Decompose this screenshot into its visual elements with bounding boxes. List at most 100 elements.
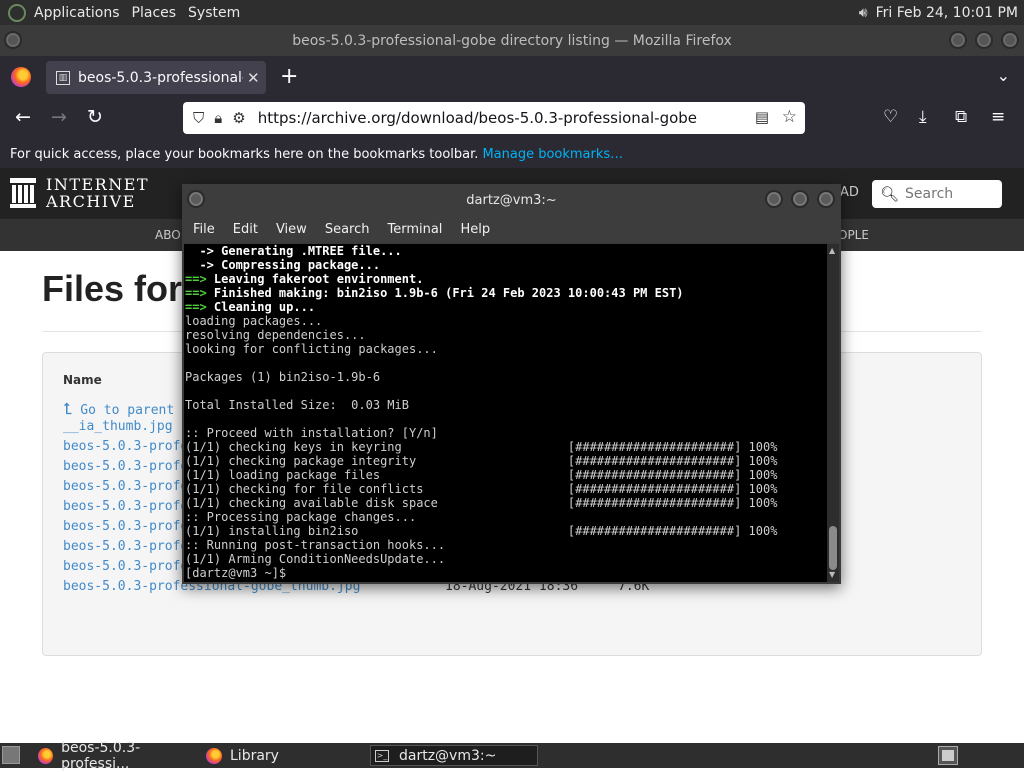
top-panel: Applications Places System 🔊︎ Fri Feb 24… bbox=[0, 0, 1024, 25]
firefox-logo-icon[interactable] bbox=[11, 67, 31, 87]
terminal-close-button[interactable] bbox=[817, 190, 835, 208]
archive-favicon-icon: ▥ bbox=[56, 70, 70, 85]
ia-about-link[interactable]: ABO bbox=[155, 228, 181, 242]
extensions-icon[interactable]: ⧉ bbox=[955, 107, 967, 127]
close-window-button[interactable] bbox=[1001, 31, 1019, 49]
downloads-icon[interactable]: ⤓ bbox=[919, 107, 927, 127]
lock-icon[interactable]: 🔒︎ bbox=[214, 109, 222, 127]
workspace-switcher[interactable] bbox=[938, 746, 958, 765]
terminal-line: (1/1) checking available disk space [###… bbox=[185, 496, 778, 510]
show-desktop-button[interactable] bbox=[2, 746, 20, 764]
ia-logo-text: INTERNET ARCHIVE bbox=[46, 175, 150, 211]
firefox-icon bbox=[38, 747, 54, 764]
back-button[interactable]: ← bbox=[15, 106, 31, 128]
tracking-protection-shield-icon[interactable]: ⛉ bbox=[193, 109, 204, 127]
parent-directory-link[interactable]: ⮤ Go to parent bbox=[63, 399, 174, 419]
scroll-up-icon[interactable]: ▲ bbox=[829, 246, 835, 255]
terminal-menu-file[interactable]: File bbox=[184, 222, 224, 237]
file-link[interactable]: beos-5.0.3-profe bbox=[63, 519, 188, 534]
terminal-line: (1/1) loading package files [###########… bbox=[185, 468, 778, 482]
file-link[interactable]: beos-5.0.3-profe bbox=[63, 539, 188, 554]
volume-icon[interactable]: 🔊︎ bbox=[859, 5, 868, 21]
permissions-icon[interactable]: ⚙ bbox=[232, 109, 245, 127]
new-tab-button[interactable]: + bbox=[280, 64, 298, 89]
tab-close-icon[interactable]: ✕ bbox=[247, 69, 260, 87]
terminal-line: Total Installed Size: 0.03 MiB bbox=[185, 398, 409, 412]
terminal-line: :: Proceed with installation? [Y/n] bbox=[185, 426, 438, 440]
bookmark-star-icon[interactable]: ☆ bbox=[782, 107, 797, 127]
places-menu[interactable]: Places bbox=[126, 5, 183, 21]
ia-logo[interactable]: INTERNET ARCHIVE bbox=[10, 176, 149, 210]
taskbar-item-terminal[interactable]: >_ dartz@vm3:~ bbox=[370, 745, 538, 766]
search-icon: 🔍︎ bbox=[880, 185, 900, 203]
bookmarks-hint-text: For quick access, place your bookmarks h… bbox=[10, 146, 479, 162]
ia-search-input[interactable] bbox=[905, 186, 1001, 202]
forward-button[interactable]: → bbox=[51, 106, 67, 128]
reload-button[interactable]: ↻ bbox=[87, 106, 103, 128]
top-panel-tray: 🔊︎ Fri Feb 24, 10:01 PM bbox=[859, 0, 1024, 25]
url-text[interactable]: https://archive.org/download/beos-5.0.3-… bbox=[258, 109, 697, 127]
firefox-titlebar: beos-5.0.3-professional-gobe directory l… bbox=[0, 25, 1024, 56]
terminal-line: (1/1) checking package integrity [######… bbox=[185, 454, 778, 468]
terminal-menu-terminal[interactable]: Terminal bbox=[378, 222, 451, 237]
applications-menu[interactable]: Applications bbox=[28, 5, 126, 21]
terminal-line: resolving dependencies... bbox=[185, 328, 366, 342]
ia-search-box[interactable]: 🔍︎ bbox=[872, 180, 1002, 208]
terminal-menu-view[interactable]: View bbox=[267, 222, 316, 237]
file-link[interactable]: beos-5.0.3-profe bbox=[63, 559, 188, 574]
terminal-output[interactable]: -> Generating .MTREE file... -> Compress… bbox=[184, 244, 827, 582]
tab-title: beos-5.0.3-professional-gobe directory l… bbox=[78, 69, 243, 86]
file-link[interactable]: beos-5.0.3-profe bbox=[63, 459, 188, 474]
system-menu[interactable]: System bbox=[182, 5, 246, 21]
terminal-window-menu-button[interactable] bbox=[187, 190, 205, 208]
minimize-button[interactable] bbox=[949, 31, 967, 49]
window-menu-button[interactable] bbox=[4, 31, 22, 49]
scroll-down-icon[interactable]: ▼ bbox=[829, 570, 835, 579]
ia-upload-link[interactable]: AD bbox=[840, 185, 859, 200]
terminal-line: (1/1) checking keys in keyring [########… bbox=[185, 440, 778, 454]
terminal-scrollbar[interactable]: ▲ ▼ bbox=[827, 244, 839, 582]
manage-bookmarks-link[interactable]: Manage bookmarks… bbox=[482, 147, 623, 162]
file-link[interactable]: __ia_thumb.jpg bbox=[63, 419, 173, 434]
app-menu-hamburger-icon[interactable]: ≡ bbox=[991, 107, 1005, 127]
terminal-title: dartz@vm3:~ bbox=[466, 192, 557, 208]
file-link[interactable]: beos-5.0.3-profe bbox=[63, 439, 188, 454]
terminal-menu-edit[interactable]: Edit bbox=[224, 222, 267, 237]
terminal-icon: >_ bbox=[375, 749, 389, 762]
maximize-button[interactable] bbox=[975, 31, 993, 49]
terminal-line: (1/1) Arming ConditionNeedsUpdate... bbox=[185, 552, 446, 566]
taskbar-item-firefox[interactable]: beos-5.0.3-professi... bbox=[34, 740, 200, 772]
column-header-name[interactable]: Name bbox=[63, 373, 102, 387]
distro-icon[interactable] bbox=[8, 3, 26, 22]
tab-bar: ▥ beos-5.0.3-professional-gobe directory… bbox=[0, 56, 1024, 98]
tab-archive-listing[interactable]: ▥ beos-5.0.3-professional-gobe directory… bbox=[46, 61, 266, 94]
terminal-minimize-button[interactable] bbox=[765, 190, 783, 208]
ia-people-link[interactable]: OPLE bbox=[838, 228, 869, 242]
page-title: Files for bbox=[42, 268, 183, 309]
clock[interactable]: Fri Feb 24, 10:01 PM bbox=[876, 5, 1024, 21]
terminal-line: ==> Cleaning up... bbox=[185, 300, 316, 314]
terminal-menu-help[interactable]: Help bbox=[451, 222, 499, 237]
terminal-line: -> Compressing package... bbox=[185, 258, 381, 272]
terminal-line: (1/1) installing bin2iso [##############… bbox=[185, 524, 778, 538]
terminal-scroll-thumb[interactable] bbox=[829, 526, 837, 570]
file-link[interactable]: beos-5.0.3-profe bbox=[63, 499, 188, 514]
pocket-icon[interactable]: ♡ bbox=[883, 107, 898, 127]
terminal-line: loading packages... bbox=[185, 314, 323, 328]
terminal-line: Packages (1) bin2iso-1.9b-6 bbox=[185, 370, 381, 384]
terminal-line: (1/1) checking for file conflicts [#####… bbox=[185, 482, 778, 496]
terminal-menu-search[interactable]: Search bbox=[316, 222, 379, 237]
file-link[interactable]: beos-5.0.3-profe bbox=[63, 479, 188, 494]
terminal-line: -> Generating .MTREE file... bbox=[185, 244, 402, 258]
taskbar-item-library[interactable]: Library bbox=[202, 745, 366, 766]
terminal-maximize-button[interactable] bbox=[791, 190, 809, 208]
list-all-tabs-chevron-icon[interactable]: ⌄ bbox=[997, 66, 1010, 85]
archive-building-icon bbox=[10, 178, 36, 208]
reader-view-icon[interactable]: ▤ bbox=[755, 108, 769, 126]
terminal-window: dartz@vm3:~ File Edit View Search Termin… bbox=[182, 184, 841, 584]
firefox-icon bbox=[206, 747, 222, 764]
url-bar[interactable]: ⛉ 🔒︎ ⚙ https://archive.org/download/beos… bbox=[183, 102, 805, 134]
